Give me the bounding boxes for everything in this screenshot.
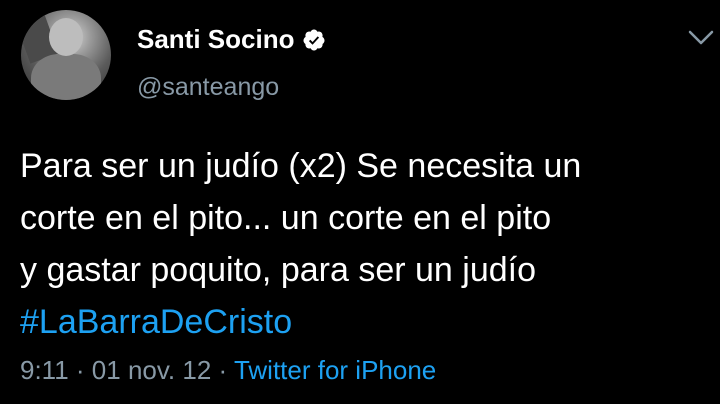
author-name-row[interactable]: Santi Socino [137,24,326,55]
display-name[interactable]: Santi Socino [137,24,294,55]
tweet-time[interactable]: 9:11 [20,355,69,385]
tweet-date[interactable]: 01 nov. 12 [92,355,212,385]
tweet-text-line: corte en el pito... un corte en el pito [20,199,552,237]
chevron-down-icon[interactable] [688,30,714,46]
tweet-body: Para ser un judío (x2) Se necesita un co… [20,140,710,348]
meta-separator: · [211,355,234,385]
hashtag-link[interactable]: #LaBarraDeCristo [20,296,710,348]
tweet-text-line: y gastar poquito, para ser un judío [20,251,536,289]
tweet-source-link[interactable]: Twitter for iPhone [234,355,436,385]
tweet-meta: 9:11 · 01 nov. 12 · Twitter for iPhone [20,355,436,386]
avatar[interactable] [21,10,111,100]
meta-separator: · [68,355,92,385]
user-handle[interactable]: @santeango [137,73,279,102]
verified-badge-icon [303,29,325,50]
tweet-text-line: Para ser un judío (x2) Se necesita un [20,147,582,185]
